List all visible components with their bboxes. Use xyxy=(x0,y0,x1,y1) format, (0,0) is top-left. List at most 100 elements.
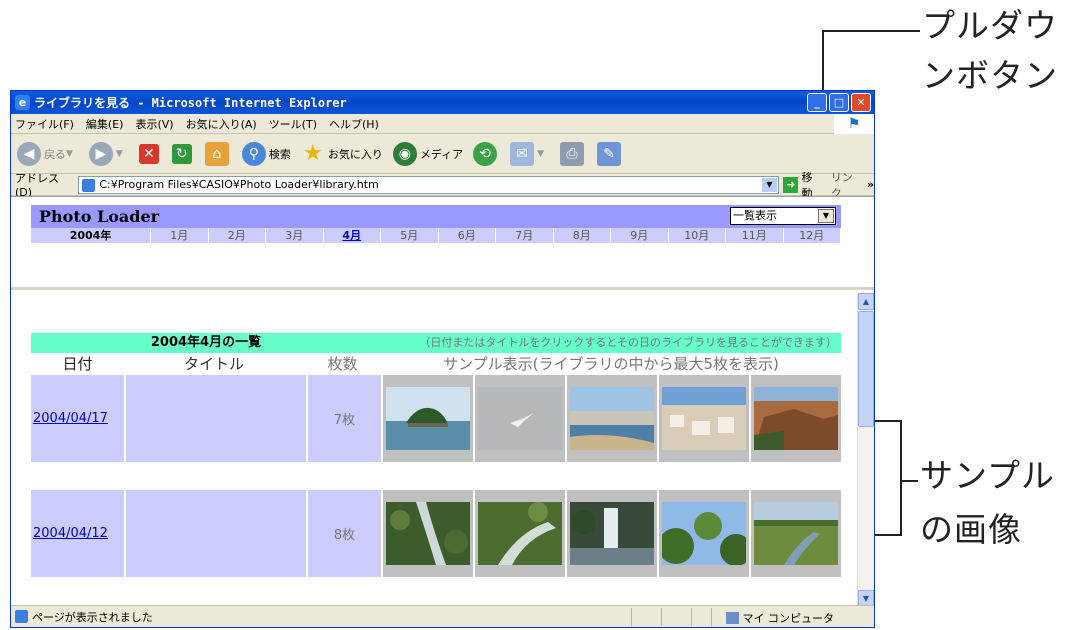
month-10[interactable]: 10月 xyxy=(669,228,726,243)
address-dropdown-icon[interactable]: ▼ xyxy=(761,177,777,192)
table-row: 2004/04/12 8枚 xyxy=(31,490,841,577)
sample-thumbnail[interactable] xyxy=(567,490,657,577)
month-1[interactable]: 1月 xyxy=(151,228,209,243)
windows-flag-icon: ⚑ xyxy=(834,114,874,134)
window-controls: _ □ ✕ xyxy=(807,93,871,112)
back-button[interactable]: ◀ 戻る ▼ xyxy=(17,141,79,166)
close-button[interactable]: ✕ xyxy=(851,93,871,112)
stop-icon: ✕ xyxy=(138,143,159,164)
page-loaded-icon xyxy=(15,610,28,623)
back-dropdown-icon[interactable]: ▼ xyxy=(66,149,73,159)
status-text: ページが表示されました xyxy=(32,610,153,624)
forward-dropdown-icon[interactable]: ▼ xyxy=(116,149,123,159)
scroll-thumb[interactable] xyxy=(858,311,874,427)
home-button[interactable]: ⌂ xyxy=(204,141,232,166)
menu-help[interactable]: ヘルプ(H) xyxy=(329,116,379,132)
forward-button[interactable]: ▶ ▼ xyxy=(88,141,129,166)
row-title-cell[interactable] xyxy=(126,375,306,462)
waterfall-photo-icon xyxy=(570,502,654,565)
sample-thumbnail[interactable] xyxy=(383,375,473,462)
month-8[interactable]: 8月 xyxy=(554,228,611,243)
sample-thumbnail[interactable] xyxy=(567,375,657,462)
star-icon: ★ xyxy=(302,141,323,166)
menu-file[interactable]: ファイル(F) xyxy=(15,116,74,132)
menu-tools[interactable]: ツール(T) xyxy=(269,116,317,132)
sample-thumbnail[interactable] xyxy=(475,375,565,462)
column-title: タイトル xyxy=(183,355,244,373)
edit-button[interactable]: ✎ xyxy=(597,141,624,166)
menu-favorites[interactable]: お気に入り(A) xyxy=(186,116,257,132)
toolbar: ◀ 戻る ▼ ▶ ▼ ✕ ↻ ⌂ ⚲ 検索 ★ お気に入り ◉ メディア ⟲ ✉… xyxy=(11,134,874,174)
sample-thumbnail[interactable] xyxy=(383,490,473,577)
media-button[interactable]: ◉ メディア xyxy=(392,141,464,166)
bird-photo-icon xyxy=(478,387,562,450)
sample-thumbnail[interactable] xyxy=(475,490,565,577)
view-mode-value: 一覧表示 xyxy=(733,209,777,222)
month-3[interactable]: 3月 xyxy=(266,228,324,243)
annotation-sample-line2: の画像 xyxy=(920,510,1022,549)
back-arrow-icon: ◀ xyxy=(17,141,41,166)
mail-button[interactable]: ✉ ▼ xyxy=(510,141,550,166)
sample-thumbnail[interactable] xyxy=(659,375,749,462)
sample-thumbnail[interactable] xyxy=(659,490,749,577)
treetops-photo-icon xyxy=(662,502,746,565)
menu-edit[interactable]: 編集(E) xyxy=(86,116,124,132)
column-sample: サンプル表示(ライブラリの中から最大5枚を表示) xyxy=(443,355,779,373)
address-bar: アドレス(D) C:¥Program Files¥CASIO¥Photo Loa… xyxy=(11,171,874,200)
status-divider xyxy=(711,608,712,626)
month-4-active[interactable]: 4月 xyxy=(324,228,381,243)
print-button[interactable]: ⎙ xyxy=(560,141,587,166)
table-row: 2004/04/17 7枚 xyxy=(31,375,841,462)
month-5[interactable]: 5月 xyxy=(381,228,439,243)
history-button[interactable]: ⟲ xyxy=(473,141,500,166)
search-icon: ⚲ xyxy=(241,141,266,166)
month-9[interactable]: 9月 xyxy=(611,228,669,243)
search-label: 検索 xyxy=(268,147,291,161)
mail-dropdown-icon[interactable]: ▼ xyxy=(537,149,544,159)
list-heading-row: 2004年4月の一覧 （日付またはタイトルをクリックするとその日のライブラリを見… xyxy=(31,333,841,353)
app-header-bar: Photo Loader 一覧表示 ▼ xyxy=(31,205,841,228)
minimize-button[interactable]: _ xyxy=(807,93,827,112)
refresh-button[interactable]: ↻ xyxy=(171,143,195,164)
row-title-cell[interactable] xyxy=(126,490,306,577)
row-date-link[interactable]: 2004/04/17 xyxy=(33,411,108,426)
row-date-link[interactable]: 2004/04/12 xyxy=(33,526,108,541)
status-divider xyxy=(631,608,632,626)
links-chevron-icon[interactable]: » xyxy=(867,178,874,191)
month-12[interactable]: 12月 xyxy=(784,228,841,243)
month-7[interactable]: 7月 xyxy=(496,228,554,243)
menu-bar: ファイル(F) 編集(E) 表示(V) お気に入り(A) ツール(T) ヘルプ(… xyxy=(11,114,874,134)
favorites-button[interactable]: ★ お気に入り xyxy=(301,141,383,166)
forward-arrow-icon: ▶ xyxy=(88,141,113,166)
media-globe-icon: ◉ xyxy=(392,141,417,166)
search-button[interactable]: ⚲ 検索 xyxy=(241,141,291,166)
go-arrow-icon: ➜ xyxy=(782,176,799,193)
scroll-up-icon[interactable]: ▲ xyxy=(858,293,874,310)
media-label: メディア xyxy=(419,147,464,161)
list-note: （日付またはタイトルをクリックするとその日のライブラリを見ることができます） xyxy=(381,333,841,353)
month-6[interactable]: 6月 xyxy=(439,228,496,243)
month-nav: 2004年 1月 2月 3月 4月 5月 6月 7月 8月 9月 10月 11月… xyxy=(31,228,841,243)
address-input[interactable]: C:¥Program Files¥CASIO¥Photo Loader¥libr… xyxy=(78,175,779,194)
stop-button[interactable]: ✕ xyxy=(138,143,162,164)
printer-icon: ⎙ xyxy=(560,141,584,166)
status-divider xyxy=(661,608,662,626)
month-11[interactable]: 11月 xyxy=(726,228,784,243)
pulldown-leader-horizontal xyxy=(822,30,920,32)
mail-icon: ✉ xyxy=(510,141,535,166)
row-date-cell: 2004/04/12 xyxy=(31,490,124,577)
view-mode-dropdown-icon[interactable]: ▼ xyxy=(818,209,834,223)
maximize-button[interactable]: □ xyxy=(829,93,849,112)
favorites-label: お気に入り xyxy=(327,147,383,161)
view-mode-select[interactable]: 一覧表示 ▼ xyxy=(730,207,836,225)
sample-thumbnail[interactable] xyxy=(751,375,841,462)
canyon-photo-icon xyxy=(754,387,838,450)
vertical-scrollbar[interactable]: ▲ ▼ xyxy=(857,293,874,607)
annotation-pulldown-line1: プルダウ xyxy=(922,6,1058,45)
app-title: Photo Loader xyxy=(39,207,160,226)
list-heading: 2004年4月の一覧 xyxy=(31,333,381,353)
sample-thumbnail[interactable] xyxy=(751,490,841,577)
top-frame: Photo Loader 一覧表示 ▼ 2004年 1月 2月 3月 4月 5月… xyxy=(11,197,874,290)
month-2[interactable]: 2月 xyxy=(209,228,266,243)
menu-view[interactable]: 表示(V) xyxy=(135,116,173,132)
